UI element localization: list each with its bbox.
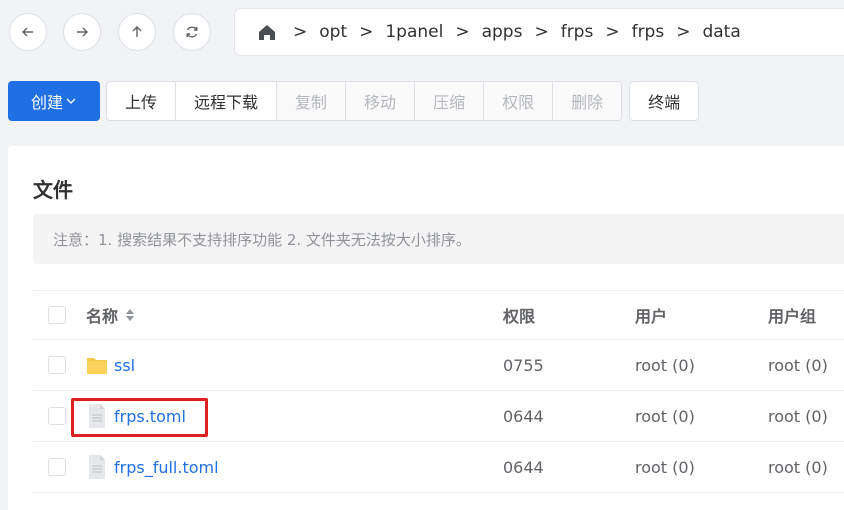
select-all-checkbox[interactable] <box>48 306 66 324</box>
upload-button[interactable]: 上传 <box>107 82 177 120</box>
arrow-right-icon <box>77 27 88 37</box>
back-button[interactable] <box>9 13 47 51</box>
breadcrumb-separator: > <box>455 22 470 42</box>
breadcrumb-separator: > <box>293 22 308 42</box>
header-user: 用户 <box>635 307 668 326</box>
permission-cell: 0755 <box>503 355 544 375</box>
home-icon[interactable] <box>257 22 277 42</box>
create-button[interactable]: 创建 <box>8 81 100 121</box>
refresh-button[interactable] <box>173 13 211 51</box>
refresh-icon <box>186 26 198 38</box>
header-name-label: 名称 <box>86 307 119 326</box>
sort-icon[interactable] <box>124 307 136 323</box>
file-name-cell: frps.toml <box>86 403 186 429</box>
arrow-up-icon <box>132 26 142 37</box>
notice-banner: 注意：1. 搜索结果不支持排序功能 2. 文件夹无法按大小排序。 <box>33 214 844 264</box>
table-row[interactable]: frps.toml 0644 root (0) root (0) <box>33 391 844 442</box>
group-cell: root (0) <box>768 355 828 375</box>
user-cell: root (0) <box>635 406 695 426</box>
breadcrumb-separator: > <box>676 22 691 42</box>
folder-icon <box>87 358 107 374</box>
breadcrumb-segment-frps-sub[interactable]: frps <box>632 22 665 42</box>
group-cell: root (0) <box>768 406 828 426</box>
arrow-left-icon <box>22 27 33 37</box>
breadcrumb-segment-frps[interactable]: frps <box>561 22 594 42</box>
move-button[interactable]: 移动 <box>346 82 416 120</box>
breadcrumb-separator: > <box>359 22 374 42</box>
file-name-link[interactable]: frps_full.toml <box>114 458 219 477</box>
delete-button[interactable]: 删除 <box>553 82 622 120</box>
file-name-link[interactable]: frps.toml <box>114 407 186 426</box>
breadcrumb-segment-data[interactable]: data <box>702 22 740 42</box>
permission-button[interactable]: 权限 <box>484 82 554 120</box>
header-name[interactable]: 名称 <box>86 303 136 327</box>
breadcrumb-segment-apps[interactable]: apps <box>482 22 523 42</box>
page-title: 文件 <box>33 178 73 202</box>
header-group: 用户组 <box>768 307 817 326</box>
file-name-cell: ssl <box>86 352 135 378</box>
file-panel: 文件 注意：1. 搜索结果不支持排序功能 2. 文件夹无法按大小排序。 名称 权… <box>8 146 844 510</box>
table-row[interactable]: frps_full.toml 0644 root (0) root (0) <box>33 442 844 493</box>
file-table: 名称 权限 用户 用户组 ssl 0755 root (0) root (0) … <box>33 290 844 493</box>
table-row[interactable]: ssl 0755 root (0) root (0) <box>33 340 844 391</box>
group-cell: root (0) <box>768 457 828 477</box>
breadcrumb-segment-opt[interactable]: opt <box>319 22 347 42</box>
up-directory-button[interactable] <box>118 13 156 51</box>
permission-cell: 0644 <box>503 457 544 477</box>
permission-cell: 0644 <box>503 406 544 426</box>
breadcrumb: > opt > 1panel > apps > frps > frps > da… <box>234 8 844 56</box>
row-checkbox[interactable] <box>48 407 66 425</box>
breadcrumb-separator: > <box>605 22 620 42</box>
row-checkbox[interactable] <box>48 458 66 476</box>
table-header: 名称 权限 用户 用户组 <box>33 290 844 340</box>
chevron-down-icon <box>66 98 76 104</box>
document-icon <box>89 455 105 479</box>
breadcrumb-segment-1panel[interactable]: 1panel <box>385 22 443 42</box>
remote-download-button[interactable]: 远程下载 <box>176 82 278 120</box>
document-icon <box>89 404 105 428</box>
breadcrumb-separator: > <box>534 22 549 42</box>
forward-button[interactable] <box>63 13 101 51</box>
file-name-cell: frps_full.toml <box>86 454 219 480</box>
terminal-button[interactable]: 终端 <box>629 81 700 121</box>
user-cell: root (0) <box>635 355 695 375</box>
copy-button[interactable]: 复制 <box>277 82 347 120</box>
compress-button[interactable]: 压缩 <box>415 82 485 120</box>
file-name-link[interactable]: ssl <box>114 356 135 375</box>
file-action-group: 上传 远程下载 复制 移动 压缩 权限 删除 <box>106 81 623 121</box>
toolbar: 创建 上传 远程下载 复制 移动 压缩 权限 删除 终端 <box>8 81 700 121</box>
header-permission: 权限 <box>503 307 536 326</box>
create-button-label: 创建 <box>30 93 63 112</box>
user-cell: root (0) <box>635 457 695 477</box>
row-checkbox[interactable] <box>48 356 66 374</box>
